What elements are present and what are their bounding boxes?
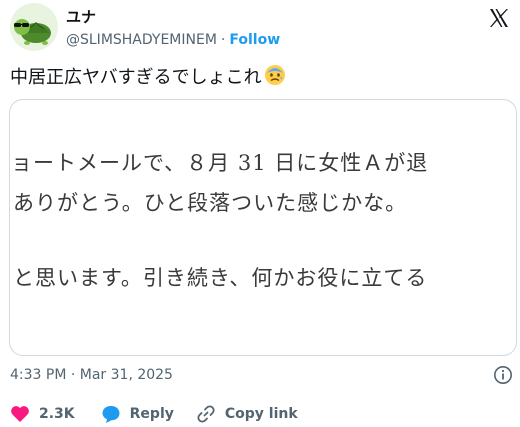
handle-row: @SLIMSHADYEMINEM · Follow xyxy=(66,32,280,49)
heart-icon xyxy=(11,406,29,422)
document-line: ありがとう。ひと段落ついた感じかな。 xyxy=(13,191,408,215)
avatar[interactable] xyxy=(10,3,58,51)
media-image[interactable]: ョートメールで、８月 31 日に女性Ａが退 ありがとう。ひと段落ついた感じかな。… xyxy=(9,99,517,356)
document-line: ョートメールで、８月 31 日に女性Ａが退 xyxy=(11,151,429,175)
anxious-face-with-sweat-icon xyxy=(264,64,286,93)
document-line: と思います。引き続き、何かお役に立てる xyxy=(13,266,428,290)
turtle-with-sunglasses-icon xyxy=(10,3,58,51)
copy-link-label: Copy link xyxy=(224,406,298,422)
like-button[interactable]: 2.3K xyxy=(10,405,75,423)
separator: · xyxy=(220,32,226,48)
follow-button[interactable]: Follow xyxy=(229,32,280,48)
handle[interactable]: @SLIMSHADYEMINEM xyxy=(66,32,217,48)
speech-bubble-icon xyxy=(102,406,120,423)
like-count: 2.3K xyxy=(39,406,75,422)
display-name[interactable]: ユナ xyxy=(66,8,280,26)
timestamp[interactable]: 4:33 PM · Mar 31, 2025 xyxy=(10,367,173,383)
action-bar: 2.3K Reply Copy link xyxy=(10,404,298,424)
tweet-text: 中居正広ヤバすぎるでしょこれ xyxy=(10,64,286,93)
x-logo-icon[interactable] xyxy=(487,6,511,30)
reply-button[interactable]: Reply xyxy=(101,404,174,424)
copy-link-button[interactable]: Copy link xyxy=(196,404,298,424)
tweet-body: 中居正広ヤバすぎるでしょこれ xyxy=(10,67,262,88)
link-icon xyxy=(197,405,215,423)
reply-label: Reply xyxy=(129,406,174,422)
author-block: ユナ @SLIMSHADYEMINEM · Follow xyxy=(66,8,280,49)
info-icon[interactable] xyxy=(493,365,513,385)
